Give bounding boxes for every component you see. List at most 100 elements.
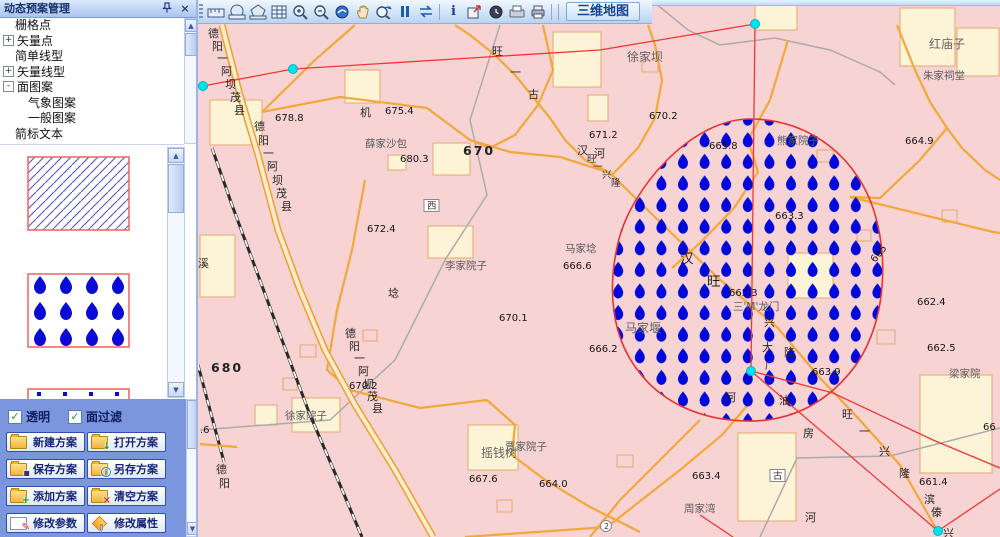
plan-vertex[interactable] <box>747 367 756 376</box>
clock-icon[interactable] <box>485 2 506 21</box>
pan-hand-icon[interactable] <box>352 2 373 21</box>
button-label: 打开方案 <box>109 434 163 450</box>
print-icon[interactable] <box>527 2 548 21</box>
button-另存方案[interactable]: ⓘ另存方案 <box>87 459 166 479</box>
pin-icon[interactable] <box>160 2 174 16</box>
button-添加方案[interactable]: +添加方案 <box>6 486 85 506</box>
expand-icon[interactable]: + <box>3 35 14 46</box>
map-label: .6 <box>200 425 210 436</box>
map-label: 665.8 <box>709 141 738 152</box>
map-label: 662.5 <box>927 343 956 354</box>
export-icon[interactable] <box>464 2 485 21</box>
map-label: 663.3 <box>775 211 804 222</box>
map-label: 三'M'龙门 <box>733 300 779 313</box>
tree-item-简单线型[interactable]: 简单线型 <box>0 49 184 65</box>
button-保存方案[interactable]: ▪保存方案 <box>6 459 85 479</box>
map-label: 670.2 <box>649 111 678 122</box>
checkbox-面过滤[interactable]: ✓ 面过滤 <box>68 408 122 425</box>
plan-manager-panel: 动态预案管理 × 栅格点+矢量点简单线型+矢量线型-面图案气象图案一般图案箭标文… <box>0 0 201 537</box>
map-label: 阿 <box>267 160 278 173</box>
checkbox-box[interactable]: ✓ <box>68 410 82 424</box>
checkbox-box[interactable]: ✓ <box>8 410 22 424</box>
info-icon[interactable]: i <box>443 2 464 21</box>
pattern-diagonal-hatch[interactable] <box>27 156 130 235</box>
pattern-scroll-thumb[interactable] <box>168 164 184 213</box>
globe-back-icon[interactable] <box>331 2 352 21</box>
plan-vertex[interactable] <box>199 82 208 91</box>
map-label: 坝 <box>225 77 236 91</box>
scroll-down-icon[interactable]: ▼ <box>168 382 184 397</box>
tree-item-矢量线型[interactable]: +矢量线型 <box>0 65 184 81</box>
refresh-swap-icon[interactable] <box>415 2 436 21</box>
button-修改参数[interactable]: ✎修改参数 <box>6 513 85 533</box>
toolbar-separator <box>558 4 559 20</box>
button-label: 清空方案 <box>109 488 163 504</box>
measure-distance-icon[interactable] <box>205 2 226 21</box>
print-preview-icon[interactable] <box>506 2 527 21</box>
map-label: 西 <box>427 201 437 212</box>
map-label: 663.4 <box>692 471 721 482</box>
button-清空方案[interactable]: ×清空方案 <box>87 486 166 506</box>
folder-icon: + <box>10 490 27 503</box>
zoom-previous-icon[interactable] <box>373 2 394 21</box>
collapse-icon[interactable]: - <box>3 81 14 92</box>
plan-vertex[interactable] <box>751 20 760 29</box>
button-label: 保存方案 <box>28 461 82 477</box>
panel-title-bar: 动态预案管理 × <box>0 0 200 18</box>
button-新建方案[interactable]: 新建方案 <box>6 432 85 452</box>
map-label: 马家埝 <box>565 242 597 255</box>
map-label: 663.9 <box>812 367 841 378</box>
pattern-scrollbar[interactable]: ▲ ▼ <box>167 147 185 398</box>
zoom-out-icon[interactable] <box>310 2 331 21</box>
map-label: 李家院子 <box>445 259 487 272</box>
toolbar-grip[interactable] <box>199 4 203 20</box>
map-label: 薛家沙包 <box>365 137 407 150</box>
scroll-up-icon[interactable]: ▲ <box>168 148 184 163</box>
button-修改属性[interactable]: ✎修改属性 <box>87 513 166 533</box>
pause-icon[interactable] <box>394 2 415 21</box>
expand-icon[interactable]: + <box>3 66 14 77</box>
map-label: 周家湾 <box>684 502 716 515</box>
zoom-in-icon[interactable] <box>289 2 310 21</box>
map-label: 油 <box>779 393 790 407</box>
map-label: 一 <box>354 352 365 365</box>
tree-item-箭标文本[interactable]: 箭标文本 <box>0 127 184 143</box>
close-icon[interactable]: × <box>178 2 192 16</box>
map-label: 县 <box>372 402 383 415</box>
button-label: 修改参数 <box>28 515 82 531</box>
button-打开方案[interactable]: ↓打开方案 <box>87 432 166 452</box>
map-label: 665.3 <box>729 288 758 299</box>
map-3d-button[interactable]: 三维地图 <box>566 2 640 21</box>
button-label: 添加方案 <box>28 488 82 504</box>
tree-item-label: 气象图案 <box>28 96 76 110</box>
tree-item-面图案[interactable]: -面图案 <box>0 80 184 96</box>
tree-item-一般图案[interactable]: 一般图案 <box>0 111 184 127</box>
folder-icon: ⓘ <box>91 463 108 476</box>
tree-item-矢量点[interactable]: +矢量点 <box>0 34 184 50</box>
map-label: 傣 <box>931 506 942 519</box>
panel-splitter[interactable] <box>196 0 198 537</box>
map-label: 666.2 <box>589 344 618 355</box>
grid-icon[interactable] <box>268 2 289 21</box>
map-label: 古 <box>528 88 539 101</box>
measure-polygon-icon[interactable] <box>247 2 268 21</box>
measure-area-icon[interactable] <box>226 2 247 21</box>
map-label: 662.4 <box>917 297 946 308</box>
plan-vertex[interactable] <box>934 527 943 536</box>
checkbox-label: 面过滤 <box>86 408 122 425</box>
tree-item-气象图案[interactable]: 气象图案 <box>0 96 184 112</box>
map-label: 河 <box>725 391 736 404</box>
pattern-raindrop-grid[interactable] <box>27 273 130 352</box>
map-label: 一 <box>510 66 521 79</box>
checkbox-透明[interactable]: ✓透明 <box>8 408 50 425</box>
map-label: 680.3 <box>400 154 429 165</box>
map-label: 666.6 <box>563 261 592 272</box>
map-label: 阿 <box>221 65 232 78</box>
map-label: 670.1 <box>499 313 528 324</box>
map-canvas[interactable]: 678.8机675.4薛家沙包680.3徐家坝红庙子朱家祠堂664.9671.2… <box>197 0 1000 537</box>
tree-item-label: 面图案 <box>17 80 53 94</box>
plan-vertex[interactable] <box>289 65 298 74</box>
map-label: 古 <box>773 470 783 482</box>
tree-item-栅格点[interactable]: 栅格点 <box>0 18 184 34</box>
map-label: 茂 <box>276 186 287 200</box>
